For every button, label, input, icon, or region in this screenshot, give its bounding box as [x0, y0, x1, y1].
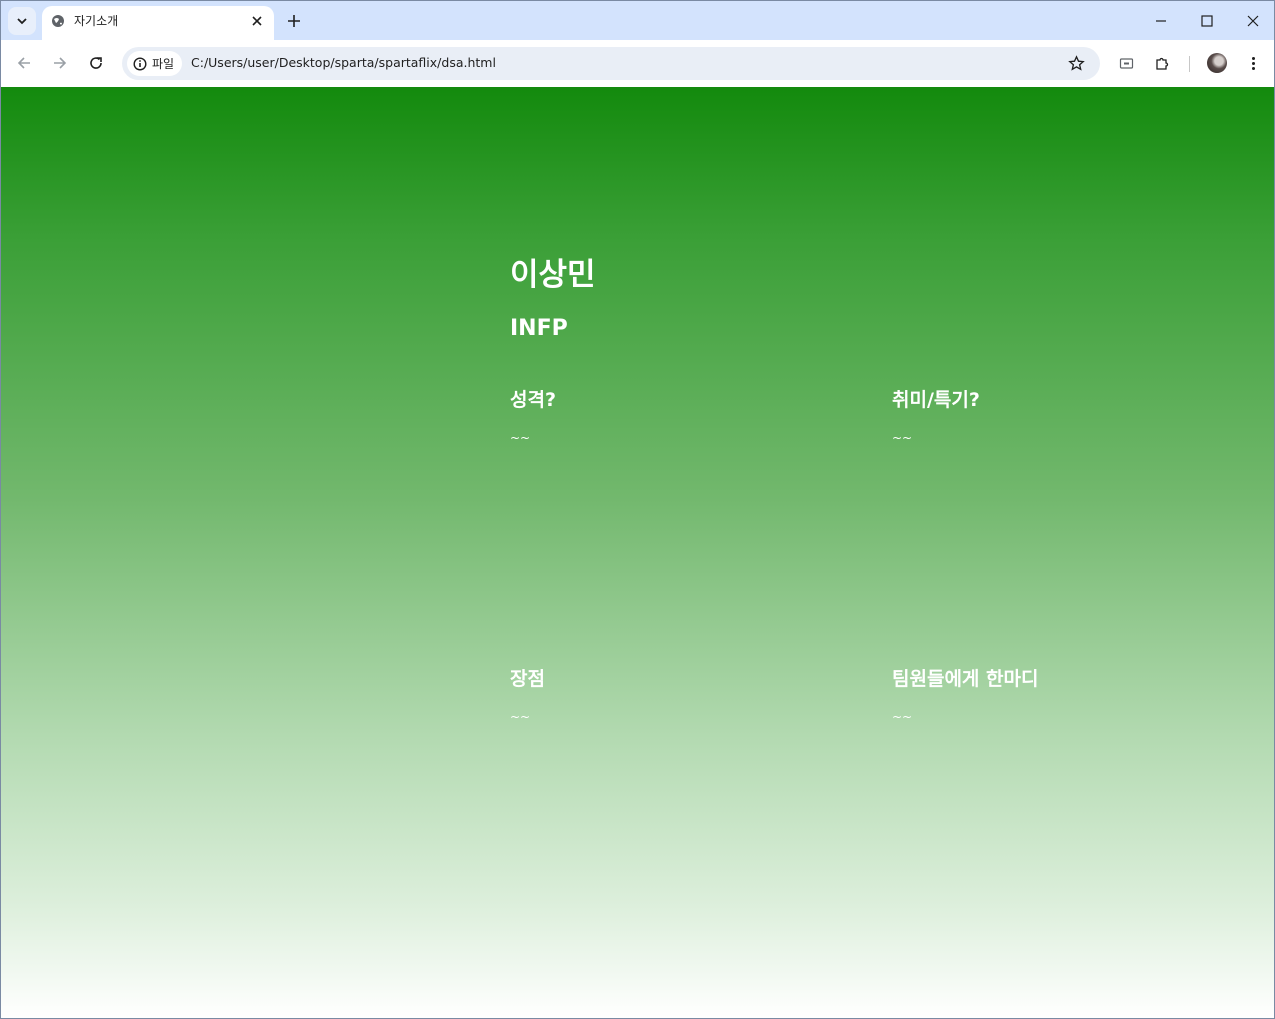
profile-name: 이상민 — [510, 257, 596, 293]
page-viewport: 이상민 INFP 성격? ~~ 취미/특기? ~~ 장점 ~~ 팀원들에게 한마… — [1, 87, 1274, 1018]
site-info-chip[interactable]: 파일 — [127, 51, 183, 76]
tab-active[interactable]: 자기소개 — [42, 6, 274, 40]
puzzle-icon[interactable] — [1154, 55, 1171, 72]
close-icon[interactable] — [250, 14, 264, 28]
section-title-personality: 성격? — [510, 389, 556, 411]
section-body-team-message: ~~ — [892, 710, 913, 724]
reload-icon[interactable] — [87, 54, 105, 72]
globe-icon — [52, 15, 64, 27]
profile-avatar[interactable] — [1207, 53, 1227, 73]
section-title-team-message: 팀원들에게 한마디 — [892, 668, 1039, 690]
section-body-hobbies: ~~ — [892, 431, 913, 445]
site-chip-label: 파일 — [152, 57, 175, 71]
star-icon[interactable] — [1068, 55, 1085, 72]
minimize-icon[interactable] — [1151, 11, 1171, 31]
address-bar[interactable]: 파일 C:/Users/user/Desktop/sparta/spartafl… — [122, 47, 1100, 80]
plus-icon[interactable] — [286, 13, 302, 29]
tab-title: 자기소개 — [74, 14, 119, 28]
chevron-down-icon — [17, 18, 27, 25]
more-vert-icon[interactable] — [1245, 55, 1262, 72]
url-text[interactable]: C:/Users/user/Desktop/sparta/spartaflix/… — [191, 55, 496, 70]
tab-search-button[interactable] — [8, 7, 36, 35]
info-icon — [133, 56, 147, 71]
cast-icon[interactable] — [1118, 55, 1135, 72]
toolbar-separator — [1189, 56, 1190, 72]
window-close-icon[interactable] — [1243, 11, 1263, 31]
profile-mbti: INFP — [510, 316, 568, 341]
forward-arrow-icon[interactable] — [51, 54, 69, 72]
section-body-strengths: ~~ — [510, 710, 531, 724]
maximize-icon[interactable] — [1197, 11, 1217, 31]
browser-toolbar: 파일 C:/Users/user/Desktop/sparta/spartafl… — [1, 40, 1274, 88]
section-title-strengths: 장점 — [510, 668, 545, 690]
back-arrow-icon[interactable] — [15, 54, 33, 72]
section-title-hobbies: 취미/특기? — [892, 389, 980, 411]
tab-strip: 자기소개 — [1, 1, 1274, 40]
section-body-personality: ~~ — [510, 431, 531, 445]
